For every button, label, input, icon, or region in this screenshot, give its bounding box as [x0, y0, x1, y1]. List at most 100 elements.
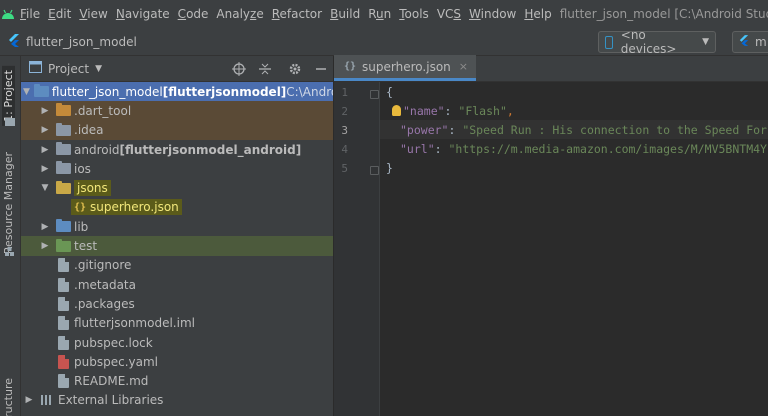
tree-item-gitignore[interactable]: .gitignore [21, 256, 333, 275]
lightbulb-icon[interactable] [392, 105, 401, 116]
breadcrumb-project[interactable]: flutter_json_model [26, 35, 137, 49]
menu-item-run[interactable]: Run [364, 7, 395, 21]
json-file-icon: {} [74, 201, 87, 213]
code-area[interactable]: { "name": "Flash", "power": "Speed Run :… [386, 82, 768, 180]
tree-item-label: README.md [74, 374, 149, 389]
folder-icon [5, 118, 15, 126]
tree-item-metadata[interactable]: .metadata [21, 275, 333, 294]
code-line: } [386, 160, 393, 175]
tree-item-android[interactable]: ▶ android [flutterjsonmodel_android] [21, 140, 333, 159]
minimize-icon[interactable] [313, 61, 329, 77]
module-file-icon [55, 316, 71, 331]
structure-tab[interactable]: ructure [2, 378, 15, 416]
libraries-icon [39, 393, 55, 407]
tree-item-path: C:\Android Stu [286, 84, 333, 99]
folder-icon [33, 84, 49, 99]
tree-item-label: .dart_tool [74, 103, 132, 118]
tree-item-ios[interactable]: ▶ ios [21, 159, 333, 178]
run-configuration-selector[interactable]: m [732, 31, 768, 53]
tree-item-label: flutterjsonmodel.iml [74, 316, 195, 331]
tab-superhero-json[interactable]: {} superhero.json × [334, 55, 476, 81]
fold-marker-icon[interactable] [370, 90, 379, 99]
tree-item-superhero-json[interactable]: {} superhero.json [21, 198, 333, 217]
project-tree: ▼ flutter_json_model [flutterjsonmodel] … [21, 82, 333, 410]
close-icon[interactable]: × [459, 60, 468, 73]
menu-item-code[interactable]: Code [174, 7, 213, 21]
tree-item-label: pubspec.yaml [74, 354, 158, 369]
menu-item-analyze[interactable]: Analyze [212, 7, 267, 21]
file-icon [55, 258, 71, 273]
folder-icon [55, 219, 71, 234]
line-number: 3 [341, 124, 348, 137]
tree-item-iml[interactable]: flutterjsonmodel.iml [21, 314, 333, 333]
tree-item-jsons[interactable]: ▼ jsons [21, 178, 333, 197]
chevron-right-icon[interactable]: ▶ [39, 145, 51, 155]
folder-icon [55, 238, 71, 253]
menu-item-view[interactable]: View [75, 7, 111, 21]
flutter-icon [739, 35, 749, 49]
project-view-icon [29, 61, 42, 76]
menu-item-tools[interactable]: Tools [395, 7, 433, 21]
phone-icon [605, 35, 613, 49]
json-file-icon: {} [344, 61, 357, 72]
line-number: 4 [341, 143, 348, 156]
device-selector[interactable]: <no devices> ▼ [598, 28, 716, 56]
device-selector-label: <no devices> [620, 28, 677, 56]
editor: {} superhero.json × 1 2 3 4 5 { "name": … [334, 55, 768, 416]
left-tool-strip: 1: Project Resource Manager ructure [0, 56, 21, 416]
folder-icon [55, 103, 71, 118]
file-icon [55, 335, 71, 350]
menu-item-vcs[interactable]: VCS [433, 7, 465, 21]
tree-item-idea[interactable]: ▶ .idea [21, 120, 333, 140]
tree-item-packages[interactable]: .packages [21, 294, 333, 313]
locate-file-icon[interactable] [231, 61, 247, 77]
tree-item-project-root[interactable]: ▼ flutter_json_model [flutterjsonmodel] … [21, 82, 333, 102]
chevron-right-icon[interactable]: ▶ [39, 164, 51, 174]
android-studio-logo [0, 0, 16, 28]
file-icon [55, 277, 71, 292]
menu-item-edit[interactable]: Edit [44, 7, 75, 21]
menu-item-file[interactable]: File [16, 7, 44, 21]
chevron-down-icon[interactable]: ▼ [23, 87, 30, 97]
window-title: flutter_json_model [C:\Android Studio S [559, 7, 768, 21]
tree-item-label: test [74, 239, 98, 254]
tree-item-external-libraries[interactable]: ▶ External Libraries [21, 391, 333, 410]
tree-item-label: android [74, 142, 120, 157]
tab-label: superhero.json [362, 59, 451, 74]
chevron-down-icon[interactable]: ▼ [95, 64, 102, 74]
gear-icon[interactable] [287, 61, 303, 77]
tree-item-test[interactable]: ▶ test [21, 236, 333, 256]
tree-item-label: flutter_json_model [51, 84, 163, 99]
flutter-icon [8, 33, 20, 50]
chevron-right-icon[interactable]: ▶ [39, 125, 51, 135]
folder-icon [55, 161, 71, 176]
chevron-right-icon[interactable]: ▶ [39, 106, 51, 116]
tree-item-lib[interactable]: ▶ lib [21, 217, 333, 236]
menu-item-help[interactable]: Help [520, 7, 555, 21]
menu-item-navigate[interactable]: Navigate [112, 7, 174, 21]
chevron-right-icon[interactable]: ▶ [39, 222, 51, 232]
chevron-right-icon[interactable]: ▶ [23, 395, 35, 405]
resource-manager-tab[interactable]: Resource Manager [2, 152, 15, 254]
tree-item-pubspec-lock[interactable]: pubspec.lock [21, 333, 333, 352]
menu-item-refactor[interactable]: Refactor [268, 7, 326, 21]
menu-item-build[interactable]: Build [326, 7, 364, 21]
project-view-title[interactable]: Project [48, 62, 89, 76]
markdown-file-icon [55, 374, 71, 389]
tree-item-readme[interactable]: README.md [21, 371, 333, 390]
editor-tab-bar: {} superhero.json × [334, 55, 768, 82]
file-icon [55, 296, 71, 311]
chevron-right-icon[interactable]: ▶ [39, 241, 51, 251]
tree-item-pubspec-yaml[interactable]: pubspec.yaml [21, 352, 333, 371]
project-tool-tab[interactable]: 1: Project [2, 66, 15, 126]
tree-item-label: pubspec.lock [74, 335, 153, 350]
menu-item-window[interactable]: Window [465, 7, 520, 21]
tree-item-module: [flutterjsonmodel] [162, 84, 287, 99]
line-number: 5 [341, 162, 348, 175]
tree-item-label: superhero.json [90, 200, 179, 215]
chevron-down-icon[interactable]: ▼ [39, 183, 51, 193]
fold-marker-icon[interactable] [370, 166, 379, 175]
tree-item-dart-tool[interactable]: ▶ .dart_tool [21, 101, 333, 121]
editor-gutter: 1 2 3 4 5 [334, 82, 380, 416]
collapse-all-icon[interactable] [257, 61, 273, 77]
